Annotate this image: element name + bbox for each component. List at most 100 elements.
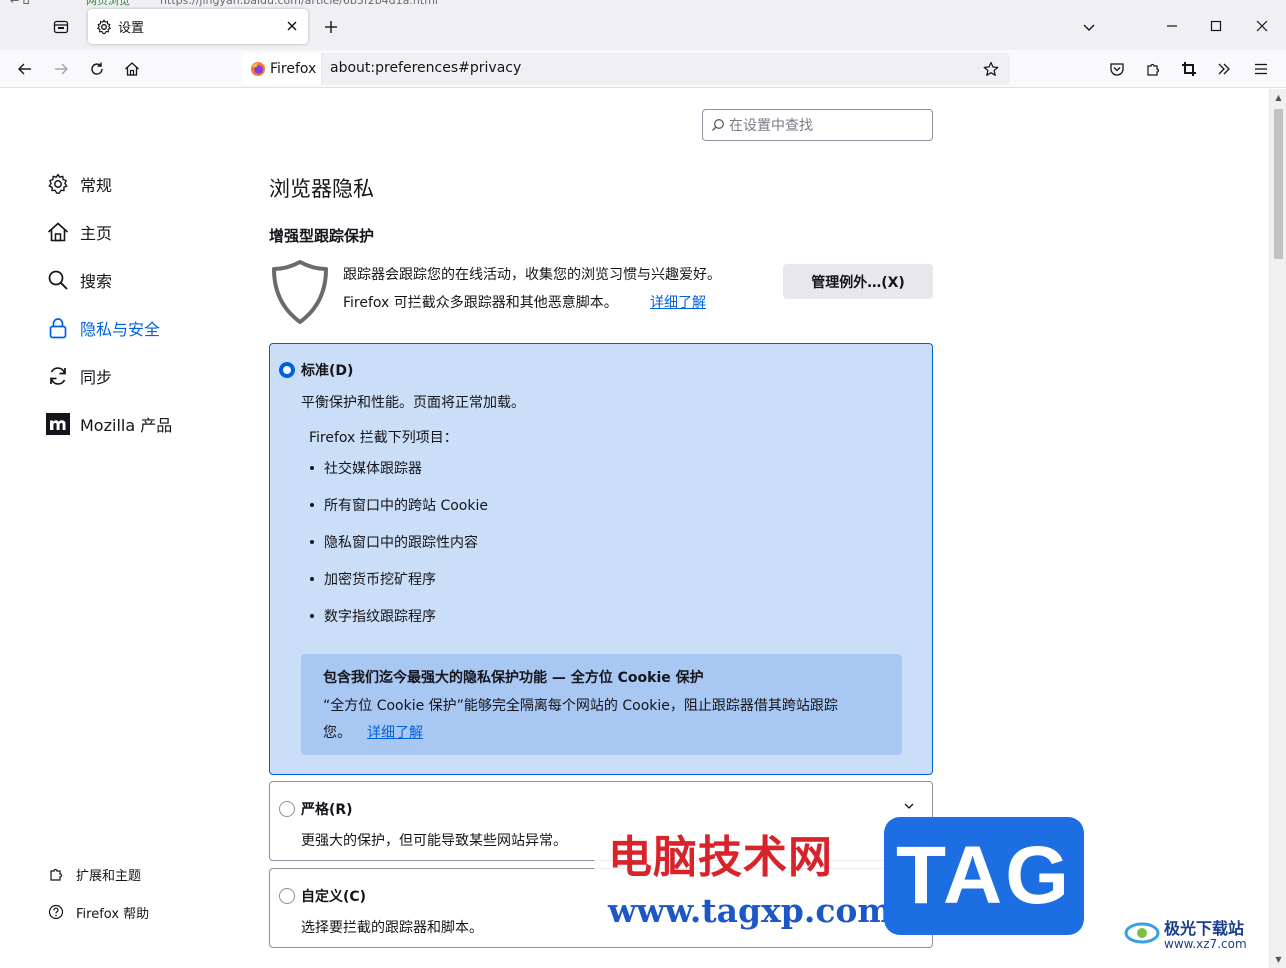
firefox-logo-icon [251,62,265,76]
arrow-left-icon [18,63,31,75]
watermark-site-cn: 极光下载站 [1164,919,1245,938]
bullet [310,614,314,618]
tab-close-button[interactable] [284,18,300,34]
etp-learn-more-link[interactable]: 详细了解 [650,292,706,312]
plus-icon [325,21,337,33]
sidebar-item-mozilla-products[interactable]: Mozilla 产品 [46,409,172,439]
shield-icon [272,260,328,324]
double-chevron-right-icon [1218,63,1230,75]
sidebar-item-label: 搜索 [80,272,113,291]
custom-title: 自定义(C) [301,889,367,905]
forward-button[interactable] [46,54,76,84]
crop-icon [1182,62,1196,76]
footer-link-label: 扩展和主题 [76,868,142,884]
reload-button[interactable] [82,54,112,84]
firefox-view-button[interactable] [44,12,78,42]
mozilla-icon [46,412,70,436]
overflow-chevron-button[interactable] [1209,54,1239,84]
settings-search-input[interactable]: 在设置中查找 [702,109,933,141]
screenshot-crop-button[interactable] [1174,54,1204,84]
list-item: 加密货币挖矿程序 [310,569,436,589]
sidebar-item-general[interactable]: 常规 [46,169,112,199]
address-bar[interactable]: Firefox about:preferences#privacy [242,53,1010,85]
watermark-tag-logo: TAG [884,817,1084,935]
tcp-learn-more-link[interactable]: 详细了解 [367,722,423,742]
watermark-url-text: www.tagxp.com [608,891,893,930]
scrollbar-thumb[interactable] [1274,109,1283,259]
gear-icon [46,172,70,196]
blocked-item-label: 数字指纹跟踪程序 [324,609,436,625]
minimize-icon [1167,25,1177,27]
sidebar-item-label: 常规 [80,176,113,195]
blocked-item-label: 社交媒体跟踪器 [324,461,422,477]
sidebar-item-home[interactable]: 主页 [46,217,112,247]
list-item: 数字指纹跟踪程序 [310,606,436,626]
home-icon [125,62,139,76]
watermark-cn-text: 电脑技术网 [608,832,833,883]
star-icon [983,61,999,76]
ghost-site-name: 网页浏览 [86,0,130,6]
url-text[interactable]: about:preferences#privacy [330,60,521,76]
home-button[interactable] [117,54,147,84]
minimize-button[interactable] [1150,8,1194,44]
sidebar-item-privacy[interactable]: 隐私与安全 [46,313,160,343]
strict-radio[interactable] [279,801,295,817]
etp-heading: 增强型跟踪保护 [269,227,375,245]
firefox-help-link[interactable]: Firefox 帮助 [48,901,149,923]
identity-box[interactable]: Firefox [242,53,322,85]
back-button[interactable] [10,54,40,84]
chevron-down-icon [904,803,914,809]
sidebar-item-sync[interactable]: 同步 [46,361,112,391]
extensions-button[interactable] [1138,54,1168,84]
standard-option-card[interactable]: 标准(D) 平衡保护和性能。页面将正常加载。 Firefox 拦截下列项目： 社… [269,343,933,775]
aurora-logo-icon [1124,922,1160,944]
bookmark-star-button[interactable] [976,54,1006,84]
custom-radio[interactable] [279,888,295,904]
bullet [310,577,314,581]
puzzle-icon [50,868,63,881]
blocks-intro: Firefox 拦截下列项目： [309,430,458,446]
close-icon [287,21,297,31]
scroll-up-arrow[interactable]: ▲ [1274,93,1283,102]
bullet [310,540,314,544]
standard-radio[interactable] [279,362,295,378]
maximize-button[interactable] [1194,8,1238,44]
list-all-tabs-button[interactable] [1074,12,1104,42]
tab-settings[interactable]: 设置 [88,9,308,44]
list-item: 所有窗口中的跨站 Cookie [310,495,488,515]
etp-description-line1: 跟踪器会跟踪您的在线活动，收集您的浏览习惯与兴趣爱好。 [343,267,721,283]
watermark-tag-text: TAG [895,830,1072,921]
page-title: 浏览器隐私 [269,177,374,201]
search-icon [46,268,70,292]
sidebar-item-search[interactable]: 搜索 [46,265,112,295]
bullet [310,466,314,470]
strict-description: 更强大的保护，但可能导致某些网站异常。 [301,833,567,849]
close-window-button[interactable] [1240,8,1284,44]
strict-expand-button[interactable] [902,799,916,813]
app-menu-button[interactable] [1246,54,1276,84]
manage-exceptions-button[interactable]: 管理例外…(X) [783,264,933,299]
footer-link-label: Firefox 帮助 [76,906,150,922]
arrow-right-icon [55,63,68,75]
new-tab-button[interactable] [316,12,346,42]
site-watermark: 电脑技术网 www.tagxp.com TAG 极光下载站 www.xz7.co… [594,815,1286,968]
list-item: 隐私窗口中的跟踪性内容 [310,532,478,552]
firefox-view-icon [53,20,69,34]
ghost-nav-glyphs: ← ⌂ [10,0,30,6]
blocked-item-label: 加密货币挖矿程序 [324,572,436,588]
pocket-button[interactable] [1102,54,1132,84]
sidebar-item-label: 隐私与安全 [80,320,161,339]
standard-description: 平衡保护和性能。页面将正常加载。 [301,395,525,411]
watermark-site-url: www.xz7.com [1164,937,1247,951]
sidebar-item-label: Mozilla 产品 [80,416,173,435]
navigation-toolbar: Firefox about:preferences#privacy [0,50,1286,88]
search-placeholder: 在设置中查找 [729,118,813,134]
clipped-previous-url: ← ⌂ 网页浏览 https://jingyan.baidu.com/artic… [0,0,640,6]
home-icon [46,220,70,244]
sync-icon [46,364,70,388]
search-icon [712,119,724,131]
extensions-themes-link[interactable]: 扩展和主题 [48,863,141,885]
total-cookie-protection-callout: 包含我们迄今最强大的隐私保护功能 — 全方位 Cookie 保护 “全方位 Co… [301,654,902,755]
sidebar-item-label: 主页 [80,224,113,243]
custom-description: 选择要拦截的跟踪器和脚本。 [301,920,483,936]
